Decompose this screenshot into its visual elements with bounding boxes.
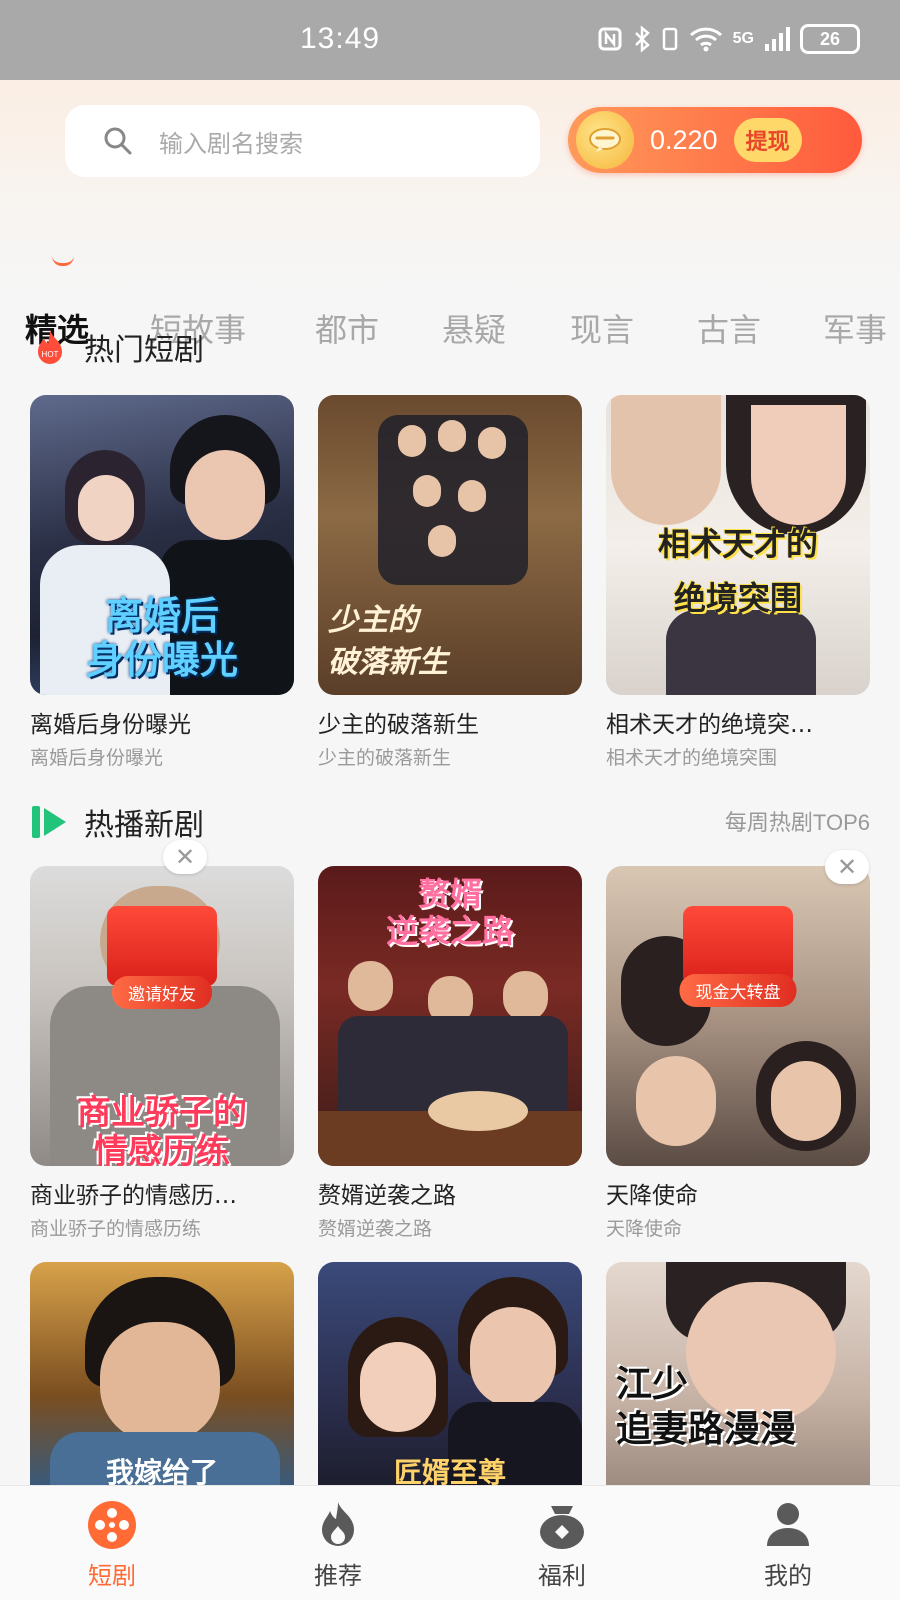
tab-modern-romance[interactable]: 现言 [570, 305, 634, 351]
drama-card[interactable]: 邀请好友 商业骄子的 情感历练 商业骄子的情感历… 商业骄子的情感历练 [30, 866, 294, 1241]
drama-poster: 现金大转盘 [606, 866, 870, 1166]
nav-label: 推荐 [314, 1562, 362, 1590]
invite-friend-label[interactable]: 邀请好友 [112, 976, 212, 1009]
poster-title: 江少 追妻路漫漫 [616, 1364, 797, 1450]
search-icon [104, 127, 132, 155]
poster-title: 少主的 破落新生 [328, 603, 448, 680]
drama-poster: 我嫁给了 [30, 1262, 294, 1485]
drama-poster: 相术天才的 绝境突围 [606, 395, 870, 695]
search-input[interactable]: 输入剧名搜索 [65, 105, 540, 177]
drama-subtitle: 天降使命 [606, 1218, 683, 1240]
battery-indicator: 26 [800, 24, 860, 54]
hot-section-title: 热门短剧 [84, 333, 204, 368]
new-section-title: 热播新剧 [84, 808, 204, 843]
drama-subtitle: 相术天才的绝境突围 [606, 747, 778, 769]
vibrate-icon [662, 27, 677, 51]
play-tag-icon [32, 806, 66, 838]
close-icon[interactable]: ✕ [825, 850, 869, 884]
bottom-nav: 短剧 推荐 福利 我的 [0, 1485, 900, 1600]
drama-subtitle: 少主的破落新生 [318, 747, 452, 769]
hot-badge-label: HOT [42, 350, 59, 359]
status-bar: 13:49 5G 26 [0, 0, 900, 80]
poster-title: 相术天才的 绝境突围 [657, 525, 818, 618]
drama-poster: 离婚后 身份曝光 [30, 395, 294, 695]
drama-poster: 匠婿至尊 [318, 1262, 582, 1485]
drama-title: 天降使命 [606, 1183, 698, 1209]
drama-title: 赘婿逆袭之路 [318, 1183, 456, 1209]
drama-title: 离婚后身份曝光 [30, 712, 191, 738]
person-icon [767, 1503, 809, 1546]
drama-card[interactable]: 离婚后 身份曝光 离婚后身份曝光 离婚后身份曝光 [30, 395, 294, 770]
status-icons: 5G 26 [597, 24, 860, 54]
drama-card[interactable]: 现金大转盘 天降使命 天降使命 [606, 866, 870, 1241]
coin-icon [576, 111, 634, 169]
drama-poster: 赘婿 逆袭之路 [318, 866, 582, 1166]
coin-amount: 0.220 [650, 124, 718, 155]
close-icon[interactable]: ✕ [163, 840, 207, 874]
drama-subtitle: 商业骄子的情感历练 [30, 1218, 202, 1240]
drama-poster: 邀请好友 商业骄子的 情感历练 [30, 866, 294, 1166]
header: 输入剧名搜索 0.220 提现 精选 短故事 都市 悬疑 现言 古言 军事 [0, 80, 900, 349]
poster-title: 赘婿 逆袭之路 [385, 875, 514, 950]
drama-subtitle: 离婚后身份曝光 [30, 747, 164, 769]
drama-card[interactable]: 相术天才的 绝境突围 相术天才的绝境突… 相术天才的绝境突围 [606, 395, 870, 770]
drama-card[interactable]: 我嫁给了 [30, 1262, 294, 1485]
nav-label: 我的 [764, 1562, 812, 1590]
nav-recommend[interactable]: 推荐 [278, 1498, 398, 1591]
flame-icon [322, 1502, 354, 1546]
cash-wheel-label[interactable]: 现金大转盘 [679, 974, 797, 1007]
battery-level: 26 [819, 28, 841, 49]
poster-title: 商业骄子的 情感历练 [77, 1093, 247, 1166]
search-placeholder: 输入剧名搜索 [159, 129, 303, 158]
signal-icon [765, 27, 790, 51]
drama-card[interactable]: 江少 追妻路漫漫 [606, 1262, 870, 1485]
nav-short-drama[interactable]: 短剧 [52, 1498, 172, 1591]
poster-title: 我嫁给了 [105, 1456, 218, 1485]
tab-urban[interactable]: 都市 [315, 305, 379, 351]
tab-ancient-romance[interactable]: 古言 [697, 305, 761, 351]
drama-poster: 江少 追妻路漫漫 [606, 1262, 870, 1485]
drama-title: 少主的破落新生 [318, 712, 479, 738]
hot-section-header: HOT 热门短剧 [30, 325, 204, 369]
bluetooth-icon [634, 25, 650, 53]
nav-profile[interactable]: 我的 [728, 1498, 848, 1591]
poster-title: 匠婿至尊 [393, 1456, 506, 1485]
nfc-icon [598, 27, 622, 51]
drama-poster: 少主的 破落新生 [318, 395, 582, 695]
red-envelope-icon [107, 906, 217, 986]
drama-title: 商业骄子的情感历… [30, 1183, 237, 1209]
nav-label: 福利 [538, 1562, 586, 1590]
tab-suspense[interactable]: 悬疑 [442, 305, 506, 351]
wallet-pill[interactable]: 0.220 提现 [568, 107, 862, 173]
network-label: 5G [732, 30, 754, 47]
film-reel-icon [88, 1501, 136, 1549]
wifi-icon [689, 27, 722, 52]
status-time: 13:49 [300, 22, 381, 55]
gift-bag-icon [540, 1506, 584, 1549]
drama-card[interactable]: 赘婿 逆袭之路 赘婿逆袭之路 赘婿逆袭之路 [318, 866, 582, 1241]
drama-card[interactable]: 少主的 破落新生 少主的破落新生 少主的破落新生 [318, 395, 582, 770]
tab-military[interactable]: 军事 [823, 305, 887, 351]
nav-label: 短剧 [88, 1562, 136, 1590]
drama-title: 相术天才的绝境突… [606, 712, 813, 738]
hot-flame-icon: HOT [38, 330, 62, 364]
weekly-top-link[interactable]: 每周热剧TOP6 [725, 805, 870, 837]
new-section-header: 热播新剧 [30, 800, 204, 844]
nav-welfare[interactable]: 福利 [502, 1498, 622, 1591]
drama-card[interactable]: 匠婿至尊 [318, 1262, 582, 1485]
poster-title: 离婚后 身份曝光 [85, 594, 238, 682]
drama-subtitle: 赘婿逆袭之路 [318, 1218, 433, 1240]
withdraw-button[interactable]: 提现 [733, 118, 802, 162]
